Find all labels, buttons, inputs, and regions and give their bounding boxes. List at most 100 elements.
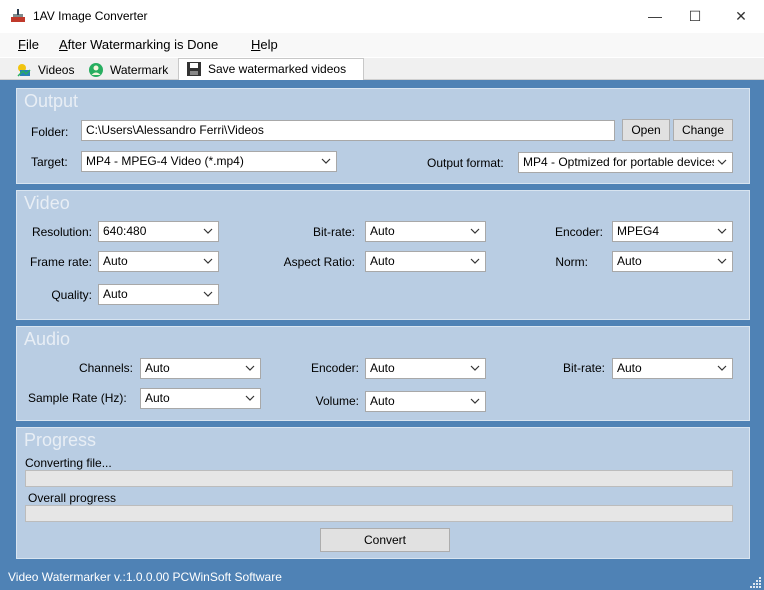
folder-label: Folder: [31,125,69,139]
chevron-down-icon [470,398,480,404]
video-bitrate-select[interactable]: Auto [365,221,486,242]
output-format-label: Output format: [427,156,504,170]
resolution-select[interactable]: 640:480 [98,221,219,242]
tab-videos[interactable]: Videos [16,60,82,80]
chevron-down-icon [203,258,213,264]
aspect-ratio-label: Aspect Ratio: [283,255,355,269]
main-area: Output Folder: C:\Users\Alessandro Ferri… [0,80,764,566]
resolution-label: Resolution: [31,225,92,239]
volume-value: Auto [370,394,395,408]
chevron-down-icon [717,228,727,234]
output-format-select[interactable]: MP4 - Optmized for portable devices [518,152,733,173]
tab-save-watermarked-videos[interactable]: Save watermarked videos [178,58,364,81]
chevron-down-icon [245,365,255,371]
convert-button[interactable]: Convert [320,528,450,552]
video-panel: Video Resolution: 640:480 Bit-rate: Auto… [16,190,750,320]
floppy-disk-icon [187,62,201,76]
change-button[interactable]: Change [673,119,733,141]
tab-strip: Videos Watermark Save watermarked videos [0,58,764,81]
norm-select[interactable]: Auto [612,251,733,272]
menu-bar: File After Watermarking is Done Help [0,33,764,57]
sample-rate-value: Auto [145,391,170,405]
menu-after-accel: A [59,37,68,52]
sample-rate-label: Sample Rate (Hz): [28,391,127,405]
watermark-icon [89,63,103,77]
audio-encoder-value: Auto [370,361,395,375]
app-icon [11,9,25,22]
video-encoder-value: MPEG4 [617,224,660,238]
menu-help-rest: elp [260,37,278,52]
target-label: Target: [31,155,68,169]
overall-progress-label: Overall progress [28,491,117,505]
output-format-value: MP4 - Optmized for portable devices [523,155,714,169]
video-encoder-select[interactable]: MPEG4 [612,221,733,242]
audio-bitrate-select[interactable]: Auto [612,358,733,379]
output-panel: Output Folder: C:\Users\Alessandro Ferri… [16,88,750,184]
target-select-value: MP4 - MPEG-4 Video (*.mp4) [86,154,244,168]
title-bar: 1AV Image Converter — ☐ ✕ [0,0,764,33]
chevron-down-icon [245,395,255,401]
quality-label: Quality: [51,288,92,302]
audio-encoder-label: Encoder: [310,361,359,375]
menu-file-accel: F [18,37,26,52]
chevron-down-icon [203,228,213,234]
framerate-label: Frame rate: [29,255,92,269]
chevron-down-icon [321,158,331,164]
channels-select[interactable]: Auto [140,358,261,379]
chevron-down-icon [717,159,727,165]
tab-videos-label: Videos [38,63,75,77]
status-text: Video Watermarker v.:1.0.0.00 PCWinSoft … [8,570,282,584]
menu-help[interactable]: Help [251,37,278,52]
maximize-button[interactable]: ☐ [672,0,718,32]
video-bitrate-label: Bit-rate: [312,225,355,239]
audio-bitrate-value: Auto [617,361,642,375]
progress-panel-title: Progress [24,430,97,450]
converting-file-progress [25,470,733,487]
audio-bitrate-label: Bit-rate: [562,361,605,375]
folder-input[interactable]: C:\Users\Alessandro Ferri\Videos [81,120,615,141]
chevron-down-icon [203,291,213,297]
volume-select[interactable]: Auto [365,391,486,412]
converting-file-label: Converting file... [25,456,112,470]
target-select[interactable]: MP4 - MPEG-4 Video (*.mp4) [81,151,337,172]
audio-panel: Audio Channels: Auto Encoder: Auto Bit-r… [16,326,750,421]
norm-value: Auto [617,254,642,268]
resize-grip-icon[interactable] [750,576,762,588]
quality-select[interactable]: Auto [98,284,219,305]
menu-file[interactable]: File [18,37,39,52]
menu-help-accel: H [251,37,261,52]
aspect-ratio-select[interactable]: Auto [365,251,486,272]
chevron-down-icon [470,365,480,371]
chevron-down-icon [470,258,480,264]
chevron-down-icon [717,365,727,371]
tab-watermark[interactable]: Watermark [88,60,176,80]
videos-icon [17,64,31,77]
norm-label: Norm: [555,255,588,269]
menu-after-rest: fter Watermarking is Done [67,37,219,52]
window-title: 1AV Image Converter [33,9,148,23]
audio-panel-title: Audio [24,329,71,349]
open-button[interactable]: Open [622,119,670,141]
framerate-select[interactable]: Auto [98,251,219,272]
channels-label: Channels: [78,361,133,375]
framerate-value: Auto [103,254,128,268]
audio-encoder-select[interactable]: Auto [365,358,486,379]
overall-progress [25,505,733,522]
volume-label: Volume: [315,394,359,408]
aspect-ratio-value: Auto [370,254,395,268]
sample-rate-select[interactable]: Auto [140,388,261,409]
close-button[interactable]: ✕ [718,0,764,32]
chevron-down-icon [717,258,727,264]
menu-after-watermarking[interactable]: After Watermarking is Done [59,37,218,52]
video-encoder-label: Encoder: [554,225,603,239]
video-panel-title: Video [24,193,70,213]
menu-file-rest: ile [25,37,39,52]
output-panel-title: Output [24,91,79,111]
quality-value: Auto [103,287,128,301]
status-bar: Video Watermarker v.:1.0.0.00 PCWinSoft … [0,566,764,590]
resolution-value: 640:480 [103,224,147,238]
tab-save-label: Save watermarked videos [208,62,347,76]
tab-watermark-label: Watermark [110,63,169,77]
channels-value: Auto [145,361,170,375]
progress-panel: Progress Converting file... Overall prog… [16,427,750,559]
